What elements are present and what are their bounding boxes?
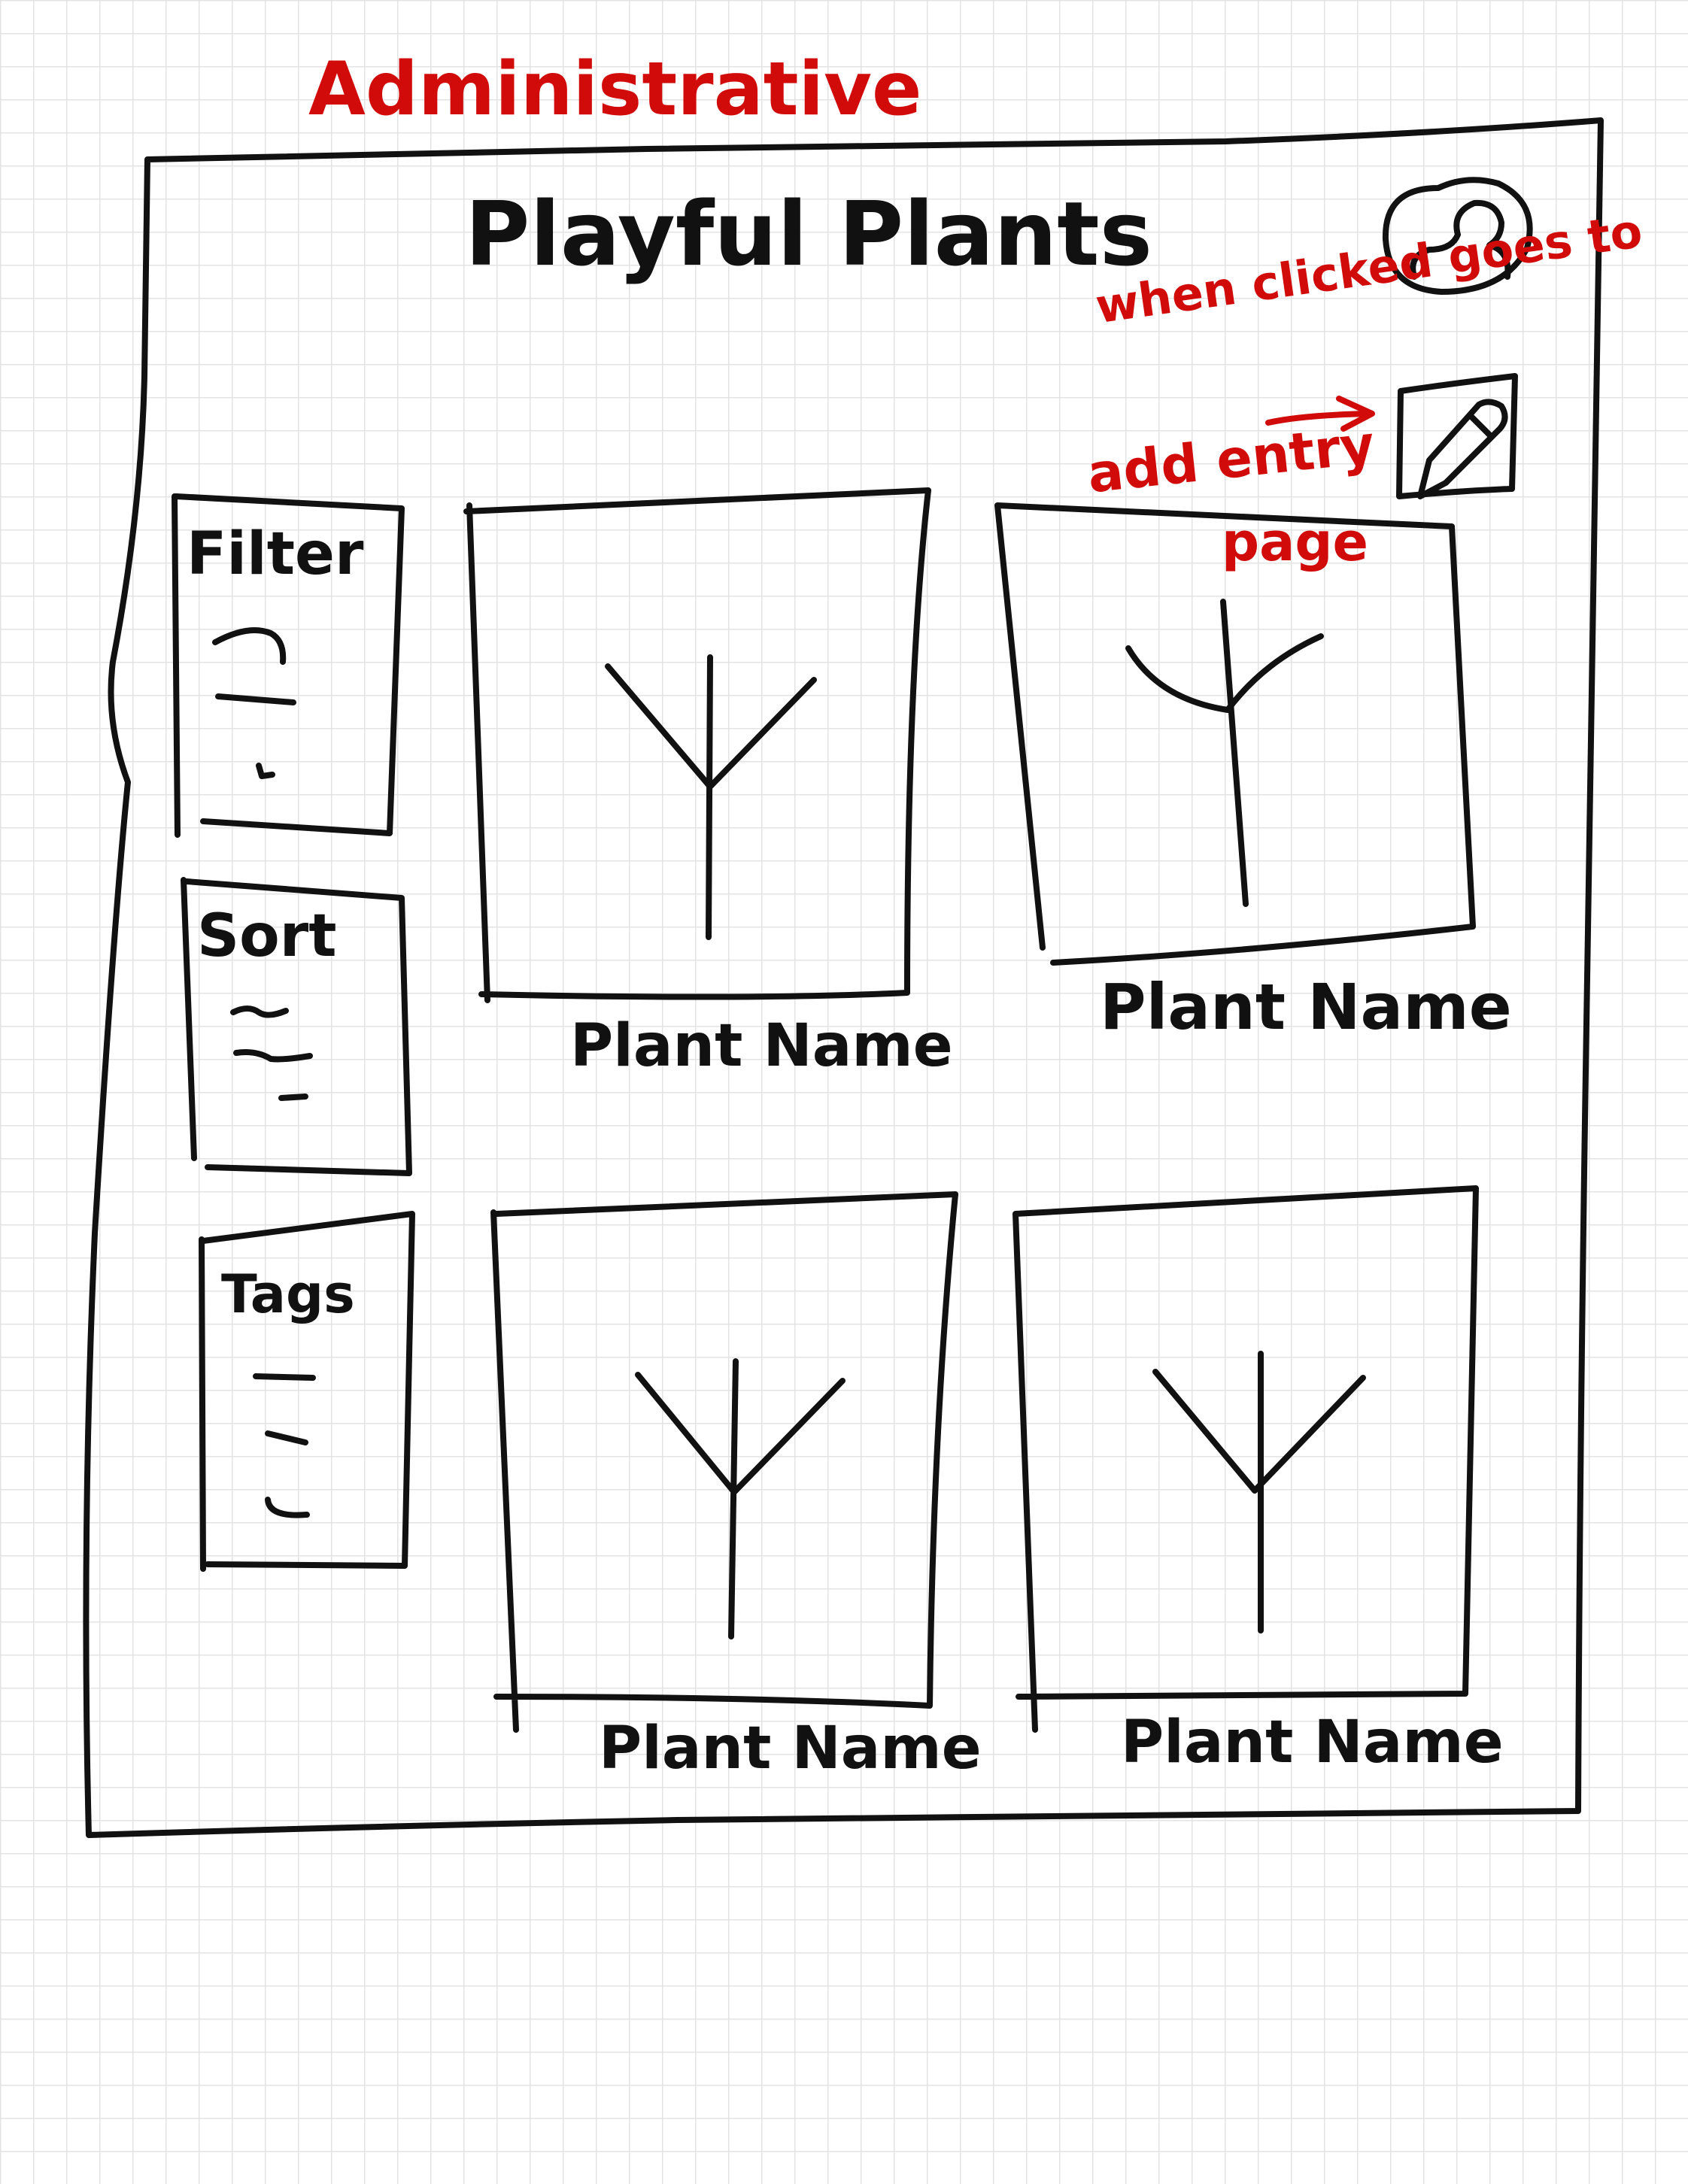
tags-option-2[interactable] bbox=[265, 1430, 308, 1445]
pencil-edit-icon[interactable] bbox=[1396, 373, 1518, 499]
wireframe-sketch bbox=[83, 117, 1604, 1838]
tags-option-1[interactable] bbox=[253, 1373, 316, 1381]
tags-option-3[interactable] bbox=[265, 1497, 310, 1518]
tags-label: Tags bbox=[221, 1263, 355, 1325]
filter-option-3[interactable] bbox=[256, 763, 275, 779]
plant-card-1-label[interactable]: Plant Name bbox=[570, 1012, 953, 1080]
sort-option-3[interactable] bbox=[278, 1094, 308, 1101]
filter-label: Filter bbox=[187, 520, 364, 588]
page-title: Playful Plants bbox=[465, 182, 1152, 286]
plant-icon bbox=[605, 654, 817, 940]
annotation-heading: Administrative bbox=[308, 47, 922, 132]
sort-option-2[interactable] bbox=[233, 1049, 313, 1063]
plant-icon bbox=[1152, 1351, 1366, 1633]
filter-option-1[interactable] bbox=[212, 627, 287, 665]
plant-icon bbox=[1125, 599, 1324, 907]
plant-card-3-frame[interactable] bbox=[490, 1191, 958, 1733]
plant-icon bbox=[635, 1358, 846, 1640]
sort-option-1[interactable] bbox=[230, 1006, 289, 1018]
sort-label: Sort bbox=[197, 902, 337, 970]
plant-card-3-label[interactable]: Plant Name bbox=[599, 1715, 982, 1782]
annotation-note-line3: page bbox=[1222, 511, 1368, 573]
plant-card-2-label[interactable]: Plant Name bbox=[1100, 970, 1512, 1044]
plant-card-4-label[interactable]: Plant Name bbox=[1121, 1709, 1504, 1776]
plant-card-4-frame[interactable] bbox=[1012, 1185, 1479, 1733]
filter-option-2[interactable] bbox=[215, 693, 296, 705]
plant-card-1-frame[interactable] bbox=[463, 487, 931, 1003]
